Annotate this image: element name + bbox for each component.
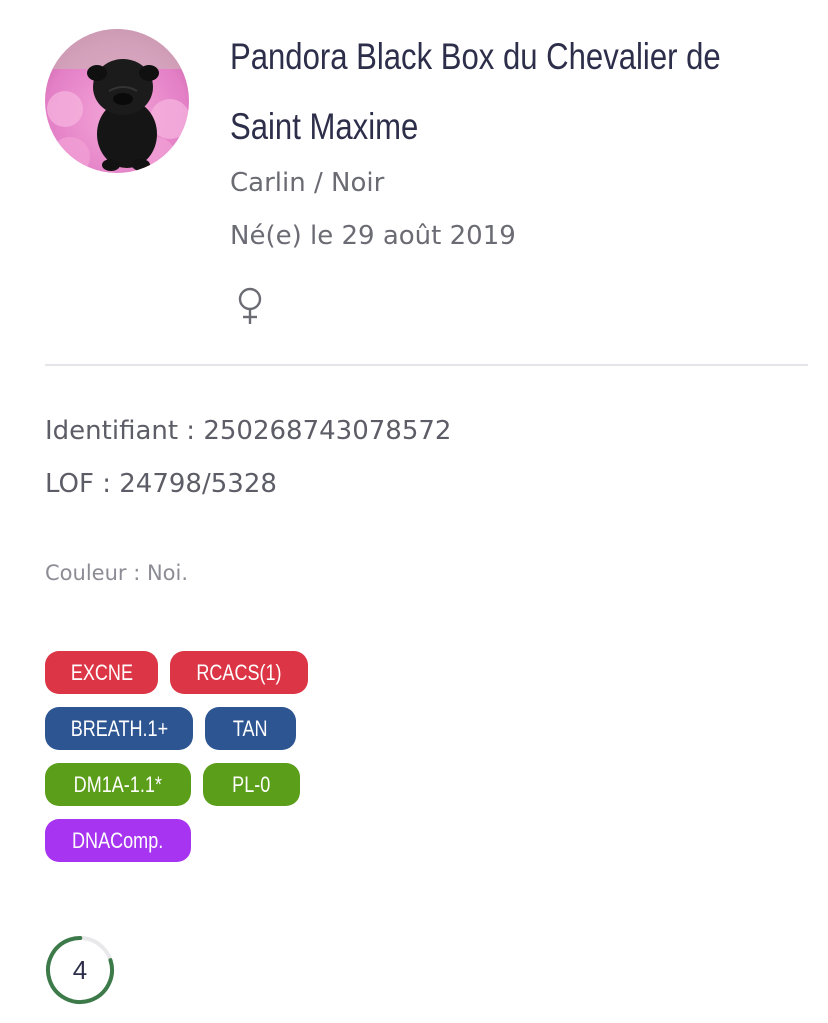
badge-tan[interactable]: TAN <box>205 707 296 750</box>
badge-list: EXCNE RCACS(1) BREATH.1+ TAN DM1A-1.1* P… <box>45 651 308 875</box>
dog-photo-image <box>45 29 189 173</box>
identifiant: Identifiant : 250268743078572 <box>45 416 452 446</box>
female-icon <box>234 286 266 326</box>
score-value: 4 <box>72 954 88 985</box>
badge-pl[interactable]: PL-0 <box>203 763 300 806</box>
coat-color: Couleur : Noi. <box>45 561 189 585</box>
dog-avatar[interactable] <box>45 29 189 173</box>
badge-dnacomp[interactable]: DNAComp. <box>45 819 191 862</box>
badge-row: EXCNE RCACS(1) <box>45 651 308 694</box>
dog-name: Pandora Black Box du Chevalier de Saint … <box>230 36 721 147</box>
lof-number: LOF : 24798/5328 <box>45 469 277 499</box>
badge-row: BREATH.1+ TAN <box>45 707 308 750</box>
badge-row: DM1A-1.1* PL-0 <box>45 763 308 806</box>
breed-color: Carlin / Noir <box>230 168 385 198</box>
badge-breath[interactable]: BREATH.1+ <box>45 707 193 750</box>
birth-date: Né(e) le 29 août 2019 <box>230 221 516 251</box>
badge-dm1a[interactable]: DM1A-1.1* <box>45 763 191 806</box>
badge-excne[interactable]: EXCNE <box>45 651 158 694</box>
badge-row: DNAComp. <box>45 819 308 862</box>
badge-rcacs[interactable]: RCACS(1) <box>170 651 308 694</box>
score-ring: 4 <box>45 935 115 1005</box>
divider <box>45 364 808 366</box>
dog-profile-page: Pandora Black Box du Chevalier de Saint … <box>0 0 828 1023</box>
